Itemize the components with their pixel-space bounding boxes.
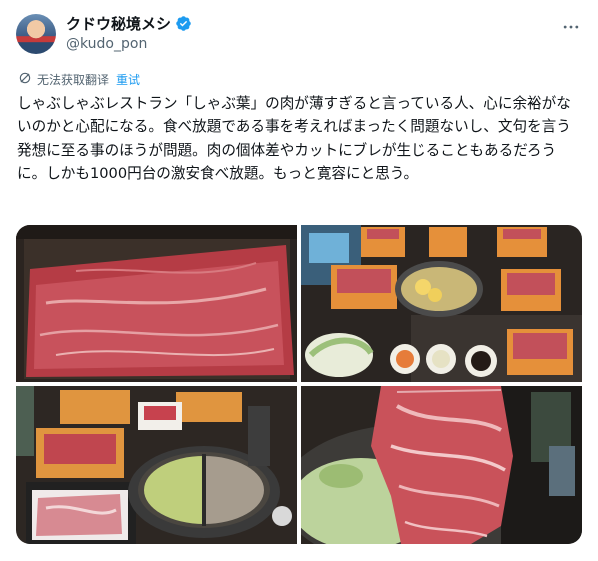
shabu-shabu-table-photo[interactable] (301, 225, 582, 382)
handle[interactable]: @kudo_pon (66, 36, 147, 52)
display-name[interactable]: クドウ秘境メシ (66, 13, 171, 34)
media-grid (16, 225, 582, 544)
hot-pot-and-meat-trays-photo[interactable] (16, 386, 297, 544)
avatar[interactable] (16, 14, 56, 54)
translation-status: 无法获取翻译 重试 (18, 70, 140, 88)
thin-beef-slices-photo[interactable] (16, 225, 297, 382)
translation-status-text: 无法获取翻译 (37, 72, 110, 87)
tweet-text: しゃぶしゃぶレストラン「しゃぶ葉」の肉が薄すぎると言っている人、心に余裕がないの… (17, 95, 571, 183)
translate-off-icon (18, 71, 32, 88)
more-options-icon[interactable] (560, 16, 582, 38)
retry-translation-link[interactable]: 重试 (116, 71, 140, 88)
verified-badge-icon (175, 15, 192, 32)
meat-lifted-from-broth-photo[interactable] (301, 386, 582, 544)
author-name-row: クドウ秘境メシ (66, 13, 192, 33)
